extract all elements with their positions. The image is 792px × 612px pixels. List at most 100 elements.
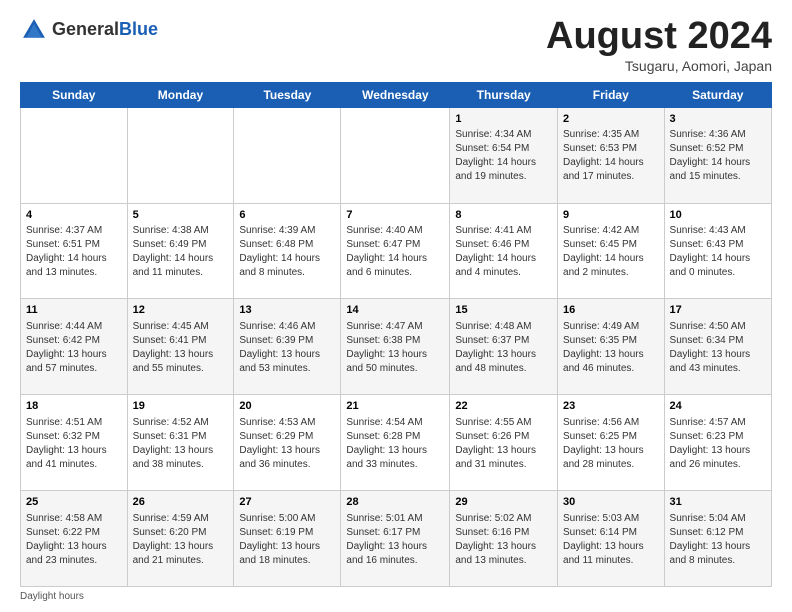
day-number: 26 bbox=[133, 495, 229, 510]
day-info-line: Sunset: 6:37 PM bbox=[455, 334, 552, 348]
title-block: August 2024 Tsugaru, Aomori, Japan bbox=[546, 16, 772, 74]
day-info-line: Sunrise: 5:04 AM bbox=[670, 512, 766, 526]
calendar-cell: 13Sunrise: 4:46 AMSunset: 6:39 PMDayligh… bbox=[234, 299, 341, 395]
day-number: 4 bbox=[26, 208, 122, 223]
day-info-line: and 48 minutes. bbox=[455, 362, 552, 376]
calendar-cell: 4Sunrise: 4:37 AMSunset: 6:51 PMDaylight… bbox=[21, 203, 128, 299]
calendar-cell bbox=[234, 107, 341, 203]
day-info-line: Sunset: 6:29 PM bbox=[239, 430, 335, 444]
day-info-line: Daylight: 13 hours bbox=[670, 444, 766, 458]
day-info-line: Sunrise: 4:52 AM bbox=[133, 416, 229, 430]
calendar-cell bbox=[21, 107, 128, 203]
calendar-cell: 11Sunrise: 4:44 AMSunset: 6:42 PMDayligh… bbox=[21, 299, 128, 395]
day-number: 14 bbox=[346, 303, 444, 318]
day-info-line: Daylight: 13 hours bbox=[455, 444, 552, 458]
day-info-line: and 11 minutes. bbox=[563, 554, 659, 568]
day-info-line: and 17 minutes. bbox=[563, 170, 659, 184]
day-info-line: Daylight: 13 hours bbox=[670, 348, 766, 362]
day-info-line: Sunset: 6:54 PM bbox=[455, 142, 552, 156]
day-info-line: and 41 minutes. bbox=[26, 458, 122, 472]
calendar-cell: 23Sunrise: 4:56 AMSunset: 6:25 PMDayligh… bbox=[558, 395, 665, 491]
day-number: 22 bbox=[455, 399, 552, 414]
day-number: 29 bbox=[455, 495, 552, 510]
page: GeneralBlue August 2024 Tsugaru, Aomori,… bbox=[0, 0, 792, 612]
day-info-line: and 15 minutes. bbox=[670, 170, 766, 184]
calendar-cell: 7Sunrise: 4:40 AMSunset: 6:47 PMDaylight… bbox=[341, 203, 450, 299]
calendar-cell: 31Sunrise: 5:04 AMSunset: 6:12 PMDayligh… bbox=[664, 491, 771, 587]
day-info-line: Sunset: 6:22 PM bbox=[26, 526, 122, 540]
day-number: 5 bbox=[133, 208, 229, 223]
calendar-cell: 24Sunrise: 4:57 AMSunset: 6:23 PMDayligh… bbox=[664, 395, 771, 491]
day-number: 10 bbox=[670, 208, 766, 223]
day-info-line: Sunset: 6:28 PM bbox=[346, 430, 444, 444]
calendar-cell: 30Sunrise: 5:03 AMSunset: 6:14 PMDayligh… bbox=[558, 491, 665, 587]
day-info-line: Sunset: 6:52 PM bbox=[670, 142, 766, 156]
day-info-line: Sunset: 6:46 PM bbox=[455, 238, 552, 252]
calendar-cell: 19Sunrise: 4:52 AMSunset: 6:31 PMDayligh… bbox=[127, 395, 234, 491]
day-number: 31 bbox=[670, 495, 766, 510]
day-info-line: Daylight: 14 hours bbox=[563, 156, 659, 170]
day-info-line: Sunrise: 4:37 AM bbox=[26, 224, 122, 238]
calendar-day-header: Saturday bbox=[664, 82, 771, 107]
day-info-line: Sunrise: 4:53 AM bbox=[239, 416, 335, 430]
calendar-cell: 17Sunrise: 4:50 AMSunset: 6:34 PMDayligh… bbox=[664, 299, 771, 395]
month-title: August 2024 bbox=[546, 16, 772, 58]
day-info-line: and 36 minutes. bbox=[239, 458, 335, 472]
day-info-line: and 31 minutes. bbox=[455, 458, 552, 472]
logo-blue: Blue bbox=[119, 19, 158, 39]
day-info-line: Sunrise: 4:35 AM bbox=[563, 128, 659, 142]
day-info-line: Sunset: 6:16 PM bbox=[455, 526, 552, 540]
day-info-line: Sunrise: 4:46 AM bbox=[239, 320, 335, 334]
day-info-line: Daylight: 13 hours bbox=[346, 348, 444, 362]
day-info-line: Sunset: 6:17 PM bbox=[346, 526, 444, 540]
day-info-line: Sunrise: 4:55 AM bbox=[455, 416, 552, 430]
day-info-line: and 16 minutes. bbox=[346, 554, 444, 568]
calendar-week-row: 4Sunrise: 4:37 AMSunset: 6:51 PMDaylight… bbox=[21, 203, 772, 299]
day-number: 1 bbox=[455, 112, 552, 127]
calendar-cell: 27Sunrise: 5:00 AMSunset: 6:19 PMDayligh… bbox=[234, 491, 341, 587]
day-info-line: Sunrise: 4:36 AM bbox=[670, 128, 766, 142]
day-info-line: and 8 minutes. bbox=[239, 266, 335, 280]
day-info-line: and 43 minutes. bbox=[670, 362, 766, 376]
calendar-week-row: 11Sunrise: 4:44 AMSunset: 6:42 PMDayligh… bbox=[21, 299, 772, 395]
day-info-line: Sunset: 6:23 PM bbox=[670, 430, 766, 444]
day-number: 21 bbox=[346, 399, 444, 414]
day-number: 20 bbox=[239, 399, 335, 414]
day-number: 7 bbox=[346, 208, 444, 223]
day-info-line: Daylight: 14 hours bbox=[239, 252, 335, 266]
day-info-line: Sunset: 6:31 PM bbox=[133, 430, 229, 444]
day-info-line: Sunrise: 4:43 AM bbox=[670, 224, 766, 238]
day-number: 11 bbox=[26, 303, 122, 318]
day-info-line: Daylight: 13 hours bbox=[346, 444, 444, 458]
calendar-day-header: Friday bbox=[558, 82, 665, 107]
day-info-line: Sunrise: 4:56 AM bbox=[563, 416, 659, 430]
calendar-day-header: Thursday bbox=[450, 82, 558, 107]
day-info-line: Daylight: 14 hours bbox=[670, 156, 766, 170]
day-info-line: Sunrise: 4:51 AM bbox=[26, 416, 122, 430]
day-info-line: Sunset: 6:19 PM bbox=[239, 526, 335, 540]
calendar-cell: 1Sunrise: 4:34 AMSunset: 6:54 PMDaylight… bbox=[450, 107, 558, 203]
calendar-week-row: 25Sunrise: 4:58 AMSunset: 6:22 PMDayligh… bbox=[21, 491, 772, 587]
day-info-line: Sunrise: 4:58 AM bbox=[26, 512, 122, 526]
calendar-table: SundayMondayTuesdayWednesdayThursdayFrid… bbox=[20, 82, 772, 587]
day-info-line: Daylight: 13 hours bbox=[26, 540, 122, 554]
day-info-line: Daylight: 13 hours bbox=[563, 444, 659, 458]
day-info-line: Sunset: 6:47 PM bbox=[346, 238, 444, 252]
day-info-line: and 13 minutes. bbox=[26, 266, 122, 280]
day-number: 13 bbox=[239, 303, 335, 318]
day-info-line: Sunset: 6:12 PM bbox=[670, 526, 766, 540]
day-info-line: Daylight: 13 hours bbox=[26, 348, 122, 362]
day-info-line: Daylight: 14 hours bbox=[346, 252, 444, 266]
day-info-line: and 0 minutes. bbox=[670, 266, 766, 280]
day-info-line: and 4 minutes. bbox=[455, 266, 552, 280]
day-number: 12 bbox=[133, 303, 229, 318]
day-info-line: Daylight: 13 hours bbox=[346, 540, 444, 554]
calendar-cell: 21Sunrise: 4:54 AMSunset: 6:28 PMDayligh… bbox=[341, 395, 450, 491]
day-info-line: and 55 minutes. bbox=[133, 362, 229, 376]
day-info-line: and 21 minutes. bbox=[133, 554, 229, 568]
calendar-cell bbox=[127, 107, 234, 203]
calendar-day-header: Monday bbox=[127, 82, 234, 107]
day-info-line: Daylight: 13 hours bbox=[239, 444, 335, 458]
calendar-cell: 18Sunrise: 4:51 AMSunset: 6:32 PMDayligh… bbox=[21, 395, 128, 491]
day-info-line: and 28 minutes. bbox=[563, 458, 659, 472]
